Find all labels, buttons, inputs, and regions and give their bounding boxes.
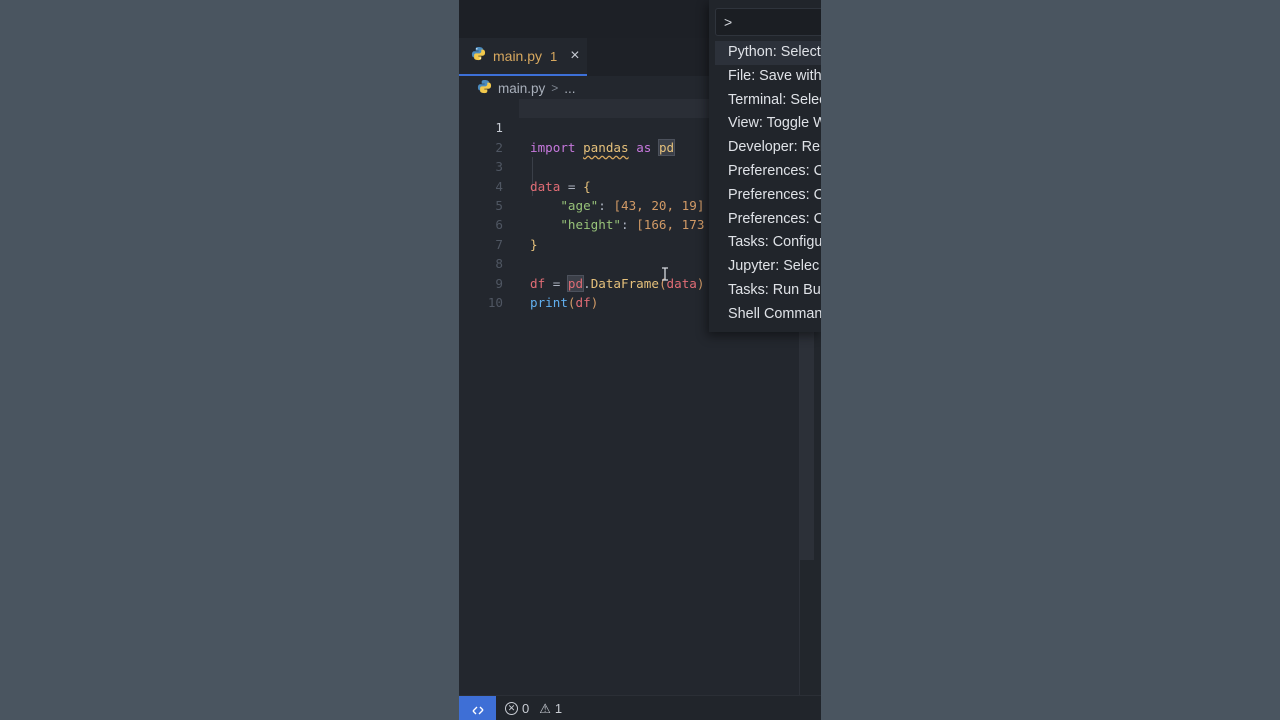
command-item[interactable]: Developer: Rel <box>715 136 821 160</box>
python-icon <box>471 46 486 66</box>
command-item[interactable]: Preferences: C <box>715 208 821 232</box>
command-palette-list: Python: Select File: Save with Terminal:… <box>715 41 821 327</box>
tab-label: main.py <box>493 48 543 64</box>
command-item[interactable]: Python: Select <box>715 41 821 65</box>
remote-icon[interactable] <box>459 696 496 720</box>
close-icon[interactable]: × <box>570 47 579 65</box>
command-palette-input[interactable] <box>715 8 821 36</box>
warning-count: 1 <box>554 701 563 716</box>
command-item[interactable]: File: Save with <box>715 65 821 89</box>
error-icon: ✕ <box>505 702 518 715</box>
command-item[interactable]: View: Toggle W <box>715 112 821 136</box>
breadcrumb: main.py > ... <box>477 78 576 98</box>
python-icon <box>477 79 492 97</box>
breadcrumb-more[interactable]: ... <box>564 81 575 96</box>
command-palette: Python: Select File: Save with Terminal:… <box>709 0 821 332</box>
command-item[interactable]: Preferences: C <box>715 160 821 184</box>
command-item[interactable]: Terminal: Selec <box>715 89 821 113</box>
error-count: 0 <box>522 701 530 716</box>
line-number: 10 <box>487 295 503 310</box>
command-item[interactable]: Shell Comman <box>715 303 821 327</box>
command-item[interactable]: Tasks: Run Bui <box>715 279 821 303</box>
code-token: df <box>575 295 591 310</box>
tab-main-py[interactable]: main.py 1 × <box>459 38 587 76</box>
warning-icon: ⚠ <box>539 700 551 716</box>
left-background <box>0 0 459 720</box>
breadcrumb-file[interactable]: main.py <box>498 81 545 96</box>
editor-window: main.py 1 × main.py > ... 1 import panda… <box>459 0 821 720</box>
code-token: ) <box>590 295 599 310</box>
code-token: print <box>530 295 568 310</box>
status-bar: ✕ 0 ⚠ 1 <box>459 695 821 720</box>
command-item[interactable]: Tasks: Configu <box>715 231 821 255</box>
command-item[interactable]: Jupyter: Selec <box>715 255 821 279</box>
code-token: ( <box>567 295 576 310</box>
tab-problem-count: 1 <box>550 48 558 64</box>
right-background <box>821 0 1280 720</box>
text-cursor-icon <box>661 267 671 283</box>
chevron-right-icon: > <box>551 81 559 95</box>
command-item[interactable]: Preferences: C <box>715 184 821 208</box>
problems-indicator[interactable]: ✕ 0 ⚠ 1 <box>505 696 562 720</box>
